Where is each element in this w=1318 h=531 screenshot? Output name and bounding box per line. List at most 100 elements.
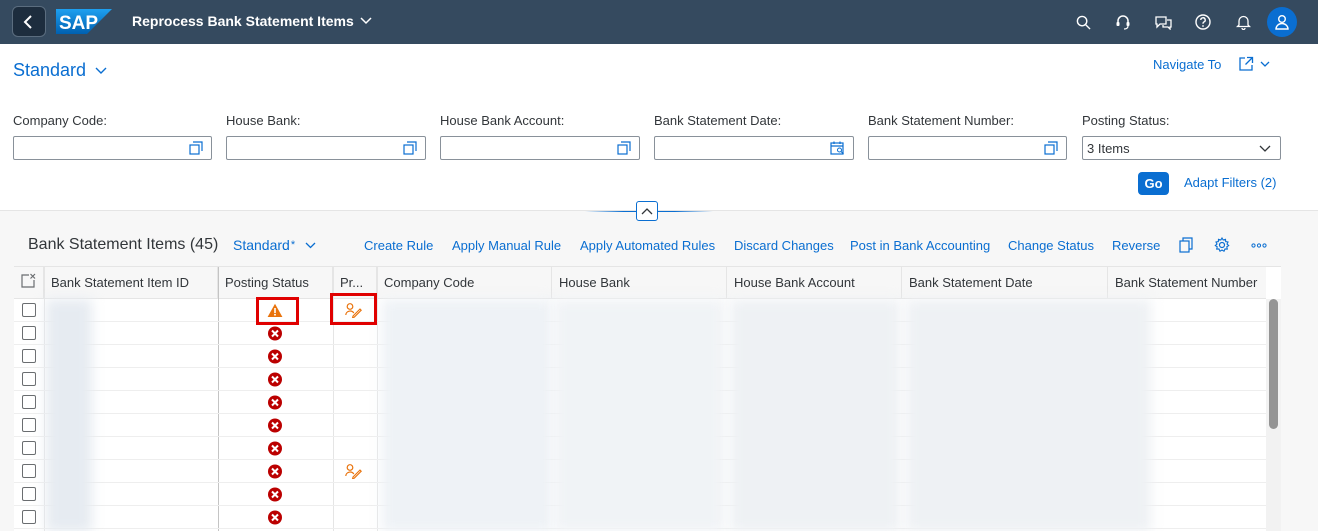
filter-label: Company Code: <box>13 113 107 128</box>
table-title: Bank Statement Items (45) <box>28 236 219 253</box>
help-icon[interactable] <box>1183 0 1223 44</box>
search-icon[interactable] <box>1063 0 1103 44</box>
filter-bank-statement-number: Bank Statement Number: <box>868 113 1067 160</box>
go-button[interactable]: Go <box>1138 172 1169 195</box>
shell-bar: SAP Reprocess Bank Statement Items <box>0 0 1318 44</box>
filter-label: House Bank: <box>226 113 301 128</box>
error-icon <box>268 372 282 387</box>
row-checkbox[interactable] <box>22 464 36 478</box>
posting-status-select[interactable]: 3 Items <box>1082 136 1281 160</box>
scrollbar-thumb[interactable] <box>1269 299 1278 429</box>
feedback-icon[interactable] <box>1143 0 1183 44</box>
error-icon <box>268 349 282 364</box>
chevron-up-icon <box>641 208 653 215</box>
navigate-to-link[interactable]: Navigate To <box>1153 57 1221 72</box>
redacted-area <box>730 299 900 531</box>
chevron-down-icon[interactable] <box>1258 141 1272 155</box>
row-checkbox[interactable] <box>22 349 36 363</box>
column-header-house-bank-account[interactable]: House Bank Account <box>727 267 902 299</box>
table-header: Bank Statement Item ID Posting Status Pr… <box>14 267 1266 299</box>
company-code-input[interactable] <box>13 136 212 160</box>
filter-label: Posting Status: <box>1082 113 1170 128</box>
chevron-down-icon <box>1260 61 1270 67</box>
column-header-company-code[interactable]: Company Code <box>377 267 552 299</box>
row-checkbox[interactable] <box>22 487 36 501</box>
value-help-icon[interactable] <box>189 141 203 155</box>
sap-logo[interactable]: SAP <box>56 9 112 34</box>
error-icon <box>268 464 282 479</box>
post-in-bank-accounting-button[interactable]: Post in Bank Accounting <box>850 238 990 253</box>
chevron-down-icon <box>360 17 372 25</box>
calendar-icon[interactable] <box>830 141 845 155</box>
apply-automated-rules-button[interactable]: Apply Automated Rules <box>580 238 715 253</box>
settings-gear-icon[interactable] <box>1214 237 1230 253</box>
redacted-area <box>46 299 92 531</box>
value-help-icon[interactable] <box>403 141 417 155</box>
reverse-button[interactable]: Reverse <box>1112 238 1160 253</box>
change-status-button[interactable]: Change Status <box>1008 238 1094 253</box>
row-checkbox[interactable] <box>22 303 36 317</box>
adapt-filters-button[interactable]: Adapt Filters (2) <box>1184 175 1276 190</box>
row-checkbox[interactable] <box>22 326 36 340</box>
discard-changes-button[interactable]: Discard Changes <box>734 238 834 253</box>
house-bank-account-input[interactable] <box>440 136 640 160</box>
notifications-icon[interactable] <box>1223 0 1263 44</box>
copy-icon[interactable] <box>1179 237 1193 253</box>
error-icon <box>268 418 282 433</box>
variant-modified-marker: * <box>290 239 296 251</box>
value-help-icon[interactable] <box>617 141 631 155</box>
redacted-area <box>382 299 552 531</box>
error-icon <box>268 326 282 341</box>
row-checkbox[interactable] <box>22 510 36 524</box>
filter-house-bank-account: House Bank Account: <box>440 113 640 160</box>
row-checkbox[interactable] <box>22 418 36 432</box>
filter-house-bank: House Bank: <box>226 113 426 160</box>
error-icon <box>268 441 282 456</box>
column-header-posting-status[interactable]: Posting Status <box>218 267 333 299</box>
share-icon <box>1239 56 1254 71</box>
app-title-menu[interactable]: Reprocess Bank Statement Items <box>132 13 372 29</box>
column-header-bank-statement-number[interactable]: Bank Statement Number <box>1108 267 1266 299</box>
page-variant-selector[interactable]: Standard <box>13 60 107 81</box>
filter-company-code: Company Code: <box>13 113 212 160</box>
value-help-icon[interactable] <box>1044 141 1058 155</box>
clear-selection-icon <box>21 273 36 288</box>
house-bank-input[interactable] <box>226 136 426 160</box>
support-icon[interactable] <box>1103 0 1143 44</box>
chevron-down-icon <box>95 67 107 74</box>
create-rule-button[interactable]: Create Rule <box>364 238 433 253</box>
share-menu[interactable] <box>1238 56 1270 72</box>
table-toolbar: Bank Statement Items (45) Standard * Crea… <box>14 228 1281 266</box>
column-header-house-bank[interactable]: House Bank <box>552 267 727 299</box>
filter-label: Bank Statement Date: <box>654 113 782 128</box>
vertical-scrollbar[interactable] <box>1266 299 1281 531</box>
back-button[interactable] <box>12 6 46 37</box>
filter-bank-statement-date: Bank Statement Date: <box>654 113 854 160</box>
bank-statement-date-input[interactable] <box>654 136 854 160</box>
error-icon <box>268 510 282 525</box>
row-checkbox[interactable] <box>22 372 36 386</box>
svg-text:SAP: SAP <box>59 13 98 34</box>
apply-manual-rule-button[interactable]: Apply Manual Rule <box>452 238 561 253</box>
select-all-column[interactable] <box>14 267 44 299</box>
user-edit-icon[interactable] <box>345 463 362 479</box>
redacted-area <box>906 299 1151 531</box>
page-variant-label: Standard <box>13 60 87 80</box>
column-header-item-id[interactable]: Bank Statement Item ID <box>44 267 218 299</box>
user-avatar-icon[interactable] <box>1267 7 1297 37</box>
table-variant-label: Standard <box>233 237 290 253</box>
table-variant-selector[interactable]: Standard * <box>233 237 316 253</box>
more-options-icon[interactable] <box>1251 243 1267 248</box>
app-title: Reprocess Bank Statement Items <box>132 13 354 29</box>
row-checkbox[interactable] <box>22 395 36 409</box>
highlight-box <box>256 297 299 325</box>
chevron-left-icon <box>23 14 32 29</box>
filter-label: Bank Statement Number: <box>868 113 1014 128</box>
collapse-header-button[interactable] <box>636 201 658 221</box>
error-icon <box>268 395 282 410</box>
row-checkbox[interactable] <box>22 441 36 455</box>
column-header-bank-statement-date[interactable]: Bank Statement Date <box>902 267 1108 299</box>
posting-status-value: 3 Items <box>1087 141 1130 156</box>
filter-bar: Standard Navigate To Company Code: House… <box>0 44 1318 211</box>
bank-statement-number-input[interactable] <box>868 136 1067 160</box>
